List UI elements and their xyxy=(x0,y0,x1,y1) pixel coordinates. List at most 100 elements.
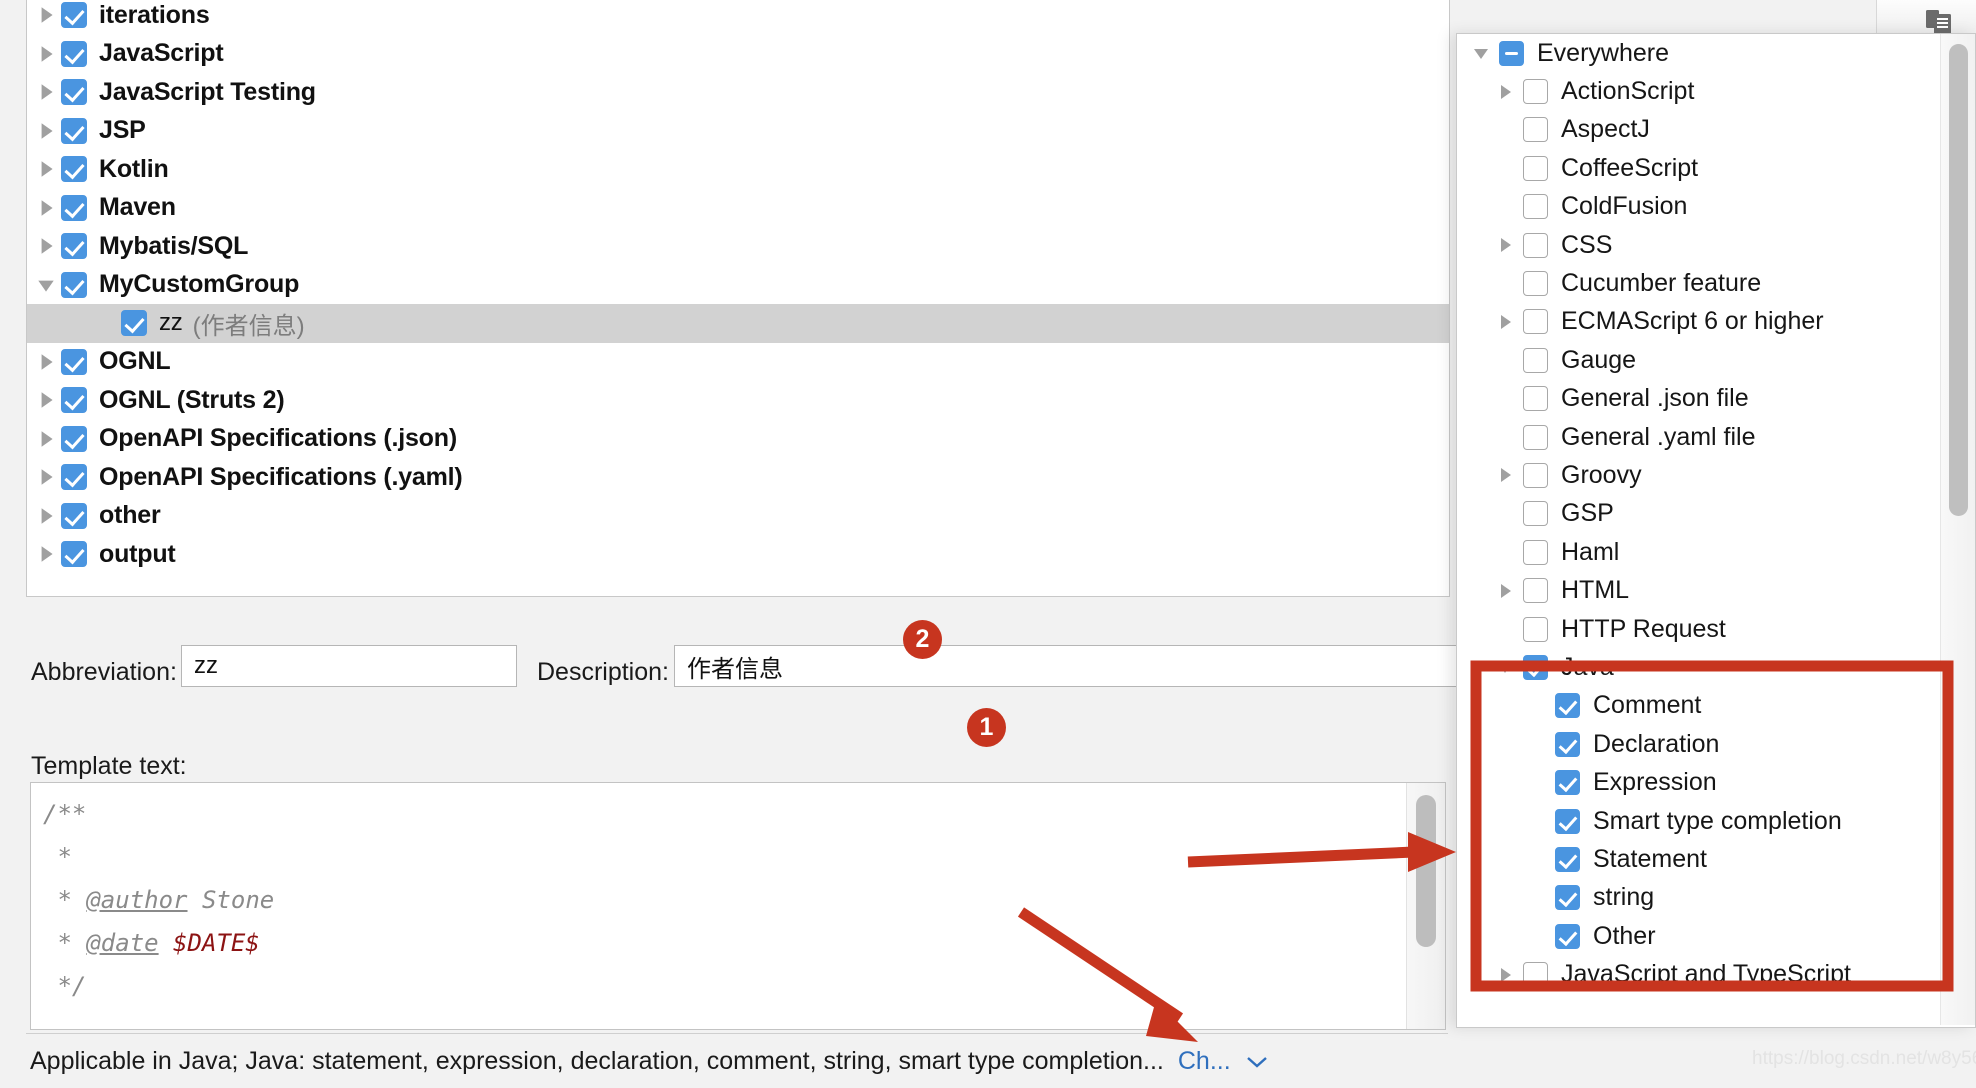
template-tree-checkbox[interactable] xyxy=(61,425,87,452)
context-tree-row[interactable]: General .yaml file xyxy=(1457,418,1975,456)
template-tree-row[interactable]: OGNL (Struts 2) xyxy=(27,381,1449,420)
abbreviation-input[interactable]: zz xyxy=(181,645,517,687)
context-tree-row[interactable]: Haml xyxy=(1457,533,1975,571)
context-tree-row[interactable]: Java xyxy=(1457,648,1975,686)
chevron-down-icon[interactable] xyxy=(31,274,61,296)
template-tree-row[interactable]: Kotlin xyxy=(27,150,1449,189)
chevron-down-icon[interactable] xyxy=(1463,43,1499,63)
context-tree-checkbox[interactable] xyxy=(1523,462,1548,488)
template-tree-row[interactable]: JSP xyxy=(27,112,1449,151)
description-input[interactable]: 作者信息 xyxy=(674,645,1464,687)
chevron-down-icon[interactable] xyxy=(1245,1054,1269,1070)
context-tree-checkbox[interactable] xyxy=(1523,79,1548,105)
template-tree-checkbox[interactable] xyxy=(61,271,87,298)
context-tree-row[interactable]: ECMAScript 6 or higher xyxy=(1457,303,1975,341)
context-tree-row[interactable]: Other xyxy=(1457,917,1975,955)
context-popup-scrollbar-thumb[interactable] xyxy=(1949,44,1968,516)
context-tree-checkbox[interactable] xyxy=(1555,885,1580,911)
template-text-scrollbar-thumb[interactable] xyxy=(1416,795,1436,947)
template-tree-checkbox[interactable] xyxy=(61,40,87,67)
template-tree-checkbox[interactable] xyxy=(61,348,87,375)
chevron-right-icon[interactable] xyxy=(31,235,61,257)
chevron-right-icon[interactable] xyxy=(31,505,61,527)
context-tree-row[interactable]: string xyxy=(1457,879,1975,917)
template-text-editor[interactable]: /** * * @author Stone * @date $DATE$ */ xyxy=(30,782,1446,1030)
template-tree-row[interactable]: MyCustomGroup xyxy=(27,266,1449,305)
template-tree-row[interactable]: zz (作者信息) xyxy=(27,304,1449,343)
context-tree-row[interactable]: Cucumber feature xyxy=(1457,264,1975,302)
context-tree-checkbox[interactable] xyxy=(1523,309,1548,335)
context-tree-checkbox[interactable] xyxy=(1523,424,1548,450)
context-tree-row[interactable]: AspectJ xyxy=(1457,111,1975,149)
template-tree-row[interactable]: other xyxy=(27,497,1449,536)
template-tree-row[interactable]: JavaScript Testing xyxy=(27,73,1449,112)
chevron-right-icon[interactable] xyxy=(31,43,61,65)
template-tree-checkbox[interactable] xyxy=(61,387,87,414)
template-tree-checkbox[interactable] xyxy=(61,2,87,29)
context-tree-checkbox[interactable] xyxy=(1523,578,1548,604)
change-context-link[interactable]: Ch... xyxy=(1178,1047,1231,1076)
context-tree-row[interactable]: CoffeeScript xyxy=(1457,149,1975,187)
template-tree-checkbox[interactable] xyxy=(61,502,87,529)
template-tree-row[interactable]: OpenAPI Specifications (.yaml) xyxy=(27,458,1449,497)
chevron-right-icon[interactable] xyxy=(31,197,61,219)
context-tree-checkbox[interactable] xyxy=(1523,347,1548,373)
context-tree-checkbox[interactable] xyxy=(1499,40,1524,66)
chevron-right-icon[interactable] xyxy=(31,351,61,373)
template-tree-checkbox[interactable] xyxy=(61,541,87,568)
chevron-right-icon[interactable] xyxy=(31,81,61,103)
context-tree-checkbox[interactable] xyxy=(1555,770,1580,796)
template-tree-row[interactable]: Maven xyxy=(27,189,1449,228)
chevron-right-icon[interactable] xyxy=(1487,465,1523,485)
template-tree-checkbox[interactable] xyxy=(61,156,87,183)
chevron-right-icon[interactable] xyxy=(1487,235,1523,255)
chevron-right-icon[interactable] xyxy=(31,466,61,488)
template-tree-row[interactable]: Mybatis/SQL xyxy=(27,227,1449,266)
chevron-down-icon[interactable] xyxy=(1487,657,1523,677)
context-tree-checkbox[interactable] xyxy=(1523,962,1548,988)
chevron-right-icon[interactable] xyxy=(1487,581,1523,601)
chevron-right-icon[interactable] xyxy=(31,4,61,26)
context-tree-row[interactable]: JavaScript and TypeScript xyxy=(1457,955,1975,993)
context-tree-checkbox[interactable] xyxy=(1523,616,1548,642)
context-tree-row[interactable]: Everywhere xyxy=(1457,34,1975,72)
applicable-context-popup[interactable]: Everywhere ActionScript AspectJ CoffeeScrip… xyxy=(1456,33,1976,1028)
context-tree-row[interactable]: GSP xyxy=(1457,495,1975,533)
context-tree-checkbox[interactable] xyxy=(1555,808,1580,834)
context-tree-checkbox[interactable] xyxy=(1555,923,1580,949)
chevron-right-icon[interactable] xyxy=(31,120,61,142)
template-tree-checkbox[interactable] xyxy=(61,79,87,106)
context-tree-checkbox[interactable] xyxy=(1523,386,1548,412)
chevron-right-icon[interactable] xyxy=(1487,82,1523,102)
context-tree-row[interactable]: ActionScript xyxy=(1457,72,1975,110)
chevron-right-icon[interactable] xyxy=(31,543,61,565)
context-tree-row[interactable]: HTTP Request xyxy=(1457,610,1975,648)
context-tree-row[interactable]: Expression xyxy=(1457,763,1975,801)
context-tree-row[interactable]: HTML xyxy=(1457,571,1975,609)
context-tree-checkbox[interactable] xyxy=(1523,232,1548,258)
context-tree-checkbox[interactable] xyxy=(1523,194,1548,220)
template-tree-checkbox[interactable] xyxy=(61,194,87,221)
context-tree-row[interactable]: Groovy xyxy=(1457,456,1975,494)
context-tree-checkbox[interactable] xyxy=(1523,155,1548,181)
context-tree-row[interactable]: Declaration xyxy=(1457,725,1975,763)
template-tree-row[interactable]: OpenAPI Specifications (.json) xyxy=(27,420,1449,459)
context-tree-checkbox[interactable] xyxy=(1555,731,1580,757)
template-tree-checkbox[interactable] xyxy=(61,233,87,260)
context-tree-row[interactable]: CSS xyxy=(1457,226,1975,264)
context-tree[interactable]: Everywhere ActionScript AspectJ CoffeeScrip… xyxy=(1457,34,1975,994)
template-tree-row[interactable]: JavaScript xyxy=(27,35,1449,74)
template-group-tree[interactable]: iterations JavaScript JavaScript Testing JS… xyxy=(26,0,1450,597)
context-tree-checkbox[interactable] xyxy=(1523,501,1548,527)
context-tree-checkbox[interactable] xyxy=(1523,117,1548,143)
context-tree-checkbox[interactable] xyxy=(1523,271,1548,297)
chevron-right-icon[interactable] xyxy=(1487,312,1523,332)
template-tree-row[interactable]: OGNL xyxy=(27,343,1449,382)
template-tree-checkbox[interactable] xyxy=(61,464,87,491)
context-tree-checkbox[interactable] xyxy=(1523,654,1548,680)
context-tree-row[interactable]: Statement xyxy=(1457,840,1975,878)
chevron-right-icon[interactable] xyxy=(1487,965,1523,985)
chevron-right-icon[interactable] xyxy=(31,428,61,450)
template-tree-checkbox[interactable] xyxy=(121,310,147,337)
context-tree-row[interactable]: General .json file xyxy=(1457,380,1975,418)
